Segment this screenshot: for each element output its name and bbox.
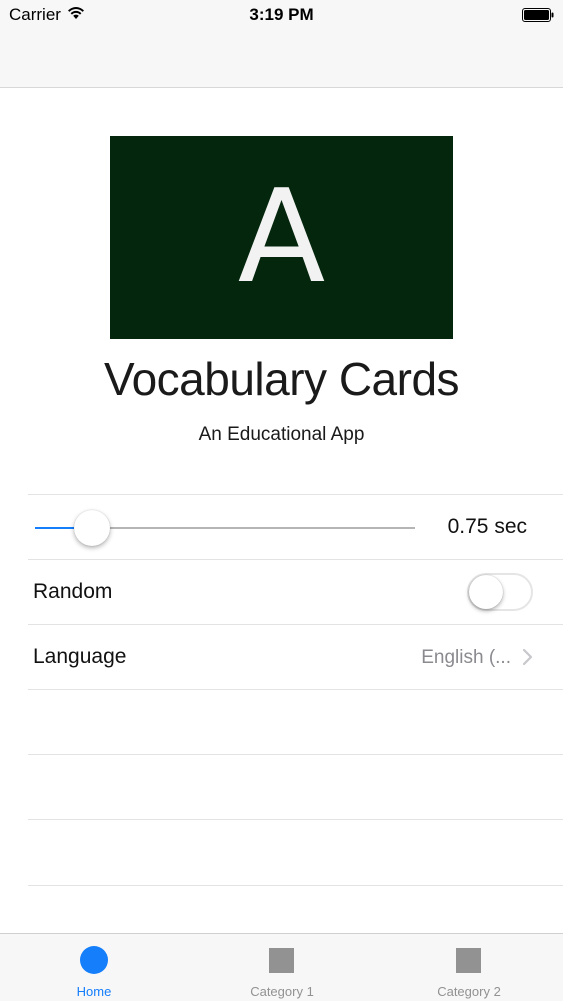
logo-letter: A	[237, 162, 326, 312]
empty-row	[28, 689, 563, 755]
app-subtitle: An Educational App	[198, 424, 365, 445]
clock: 3:19 PM	[249, 5, 314, 24]
tab-label-category-2: Category 2	[437, 984, 501, 999]
status-bar: Carrier 3:19 PM	[0, 0, 563, 30]
slider-value: 0.75 sec	[447, 515, 527, 538]
tab-home[interactable]: Home	[0, 934, 188, 1001]
random-toggle[interactable]	[467, 573, 533, 611]
tab-category-2[interactable]: Category 2	[375, 934, 563, 1001]
empty-row	[28, 819, 563, 885]
battery-full-icon	[522, 8, 554, 22]
tab-label-home: Home	[76, 984, 112, 999]
random-label: Random	[33, 580, 113, 603]
speed-slider-row: 0.75 sec	[28, 494, 563, 560]
slider-thumb[interactable]	[74, 510, 110, 546]
language-value: English (...	[421, 647, 511, 668]
toggle-knob	[469, 575, 503, 609]
empty-row	[28, 754, 563, 820]
tab-bar: Home Category 1 Category 2	[0, 933, 563, 1001]
random-row: Random	[28, 559, 563, 625]
navigation-bar	[0, 30, 563, 88]
chevron-right-icon	[522, 648, 533, 666]
language-label: Language	[33, 645, 127, 668]
circle-icon	[80, 946, 108, 974]
app-title: Vocabulary Cards	[103, 353, 460, 405]
square-icon	[269, 948, 294, 973]
tab-category-1[interactable]: Category 1	[188, 934, 376, 1001]
row-separator	[28, 885, 563, 886]
app-logo: A	[110, 136, 453, 339]
tab-label-category-1: Category 1	[250, 984, 314, 999]
square-icon	[456, 948, 481, 973]
language-row[interactable]: Language English (...	[28, 624, 563, 690]
